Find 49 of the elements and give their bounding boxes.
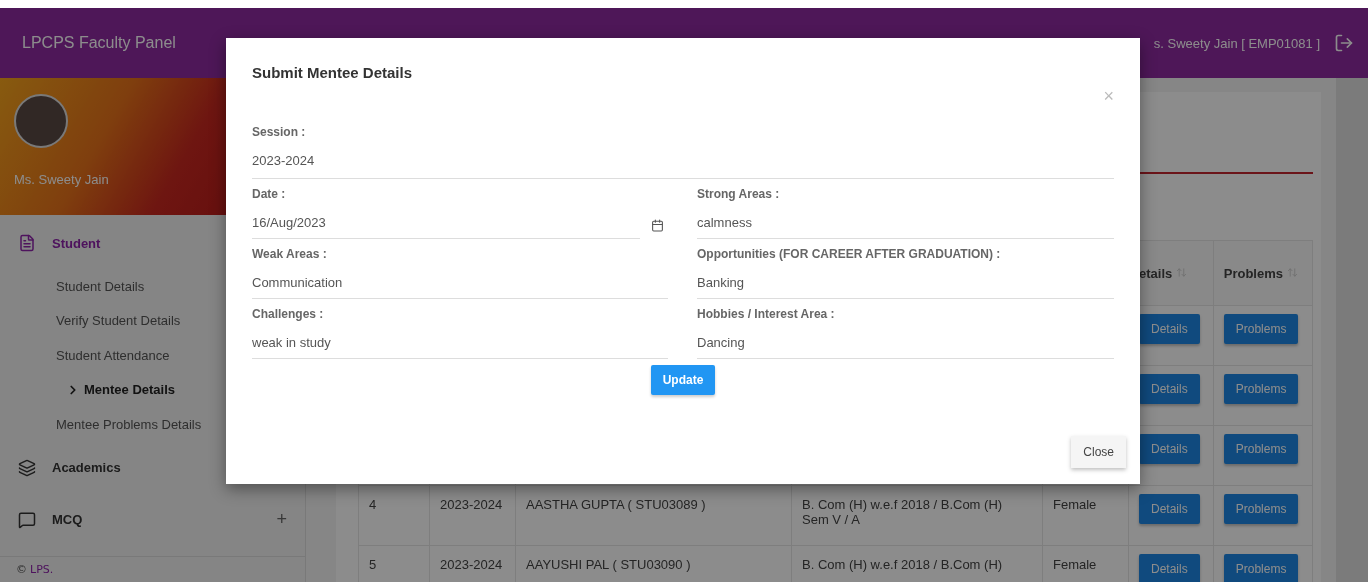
expand-symbol[interactable]: + xyxy=(276,509,287,530)
details-button[interactable]: Details xyxy=(1139,434,1200,464)
field-label: Session : xyxy=(252,125,307,139)
field-label: Hobbies / Interest Area : xyxy=(697,307,836,321)
field-value: Communication xyxy=(252,275,344,290)
table-cell: B. Com (H) w.e.f 2018 / B.Com (H) Sem V / A xyxy=(791,485,1043,546)
problems-button[interactable]: Problems xyxy=(1223,314,1299,344)
table-cell: Female xyxy=(1042,485,1129,546)
table-cell: 4 xyxy=(358,485,430,546)
problems-button[interactable]: Problems xyxy=(1223,494,1299,524)
details-button[interactable]: Details xyxy=(1139,494,1200,524)
field-label: Strong Areas : xyxy=(697,187,781,201)
problems-button[interactable]: Problems xyxy=(1223,434,1299,464)
details-button[interactable]: Details xyxy=(1139,554,1200,582)
field-label: Opportunities (FOR CAREER AFTER GRADUATION) : xyxy=(697,247,1002,261)
problems-button[interactable]: Problems xyxy=(1223,374,1299,404)
logout-icon[interactable] xyxy=(1334,33,1354,53)
chat-icon xyxy=(18,510,36,529)
update-button[interactable]: Update xyxy=(650,365,716,395)
menu-section[interactable]: MCQ + xyxy=(0,493,305,546)
field-label: Challenges : xyxy=(252,307,325,321)
table-cell: AASTHA GUPTA ( STU03089 ) xyxy=(515,485,792,546)
menu-item[interactable]: Mentee Details xyxy=(0,372,305,407)
field-value: Banking xyxy=(697,275,745,290)
details-button[interactable]: Details xyxy=(1139,374,1200,404)
close-button[interactable]: Close xyxy=(1071,436,1126,468)
layers-icon xyxy=(18,458,36,477)
copyright-symbol: © xyxy=(16,563,27,576)
field-value: calmness xyxy=(697,215,753,230)
table-cell: 5 xyxy=(358,545,430,582)
clipboard-icon xyxy=(18,234,36,252)
menu-section[interactable]: Academics xyxy=(0,441,305,494)
app-title: LPCPS Faculty Panel xyxy=(22,34,176,52)
field-value: 2023-2024 xyxy=(252,153,316,168)
problems-button[interactable]: Problems xyxy=(1223,554,1299,582)
details-button[interactable]: Details xyxy=(1139,314,1200,344)
user-name: s. Sweety Jain [ EMP01081 ] xyxy=(1153,35,1320,51)
footer-brand: LPS. xyxy=(30,563,54,576)
date-field[interactable]: 16/Aug/2023 xyxy=(252,215,640,230)
column-header[interactable]: Problems xyxy=(1213,240,1313,306)
field-value: Dancing xyxy=(697,335,746,350)
field-value: weak in study xyxy=(252,335,332,350)
avatar-placeholder xyxy=(14,94,68,148)
profile-name: Ms. Sweety Jain xyxy=(14,172,110,187)
field-label: Weak Areas : xyxy=(252,247,328,261)
table-cell: 2023-2024 xyxy=(429,485,516,546)
field-label: Date : xyxy=(252,187,287,201)
modal-title: Submit Mentee Details xyxy=(252,64,414,81)
calendar-icon[interactable] xyxy=(651,219,664,232)
